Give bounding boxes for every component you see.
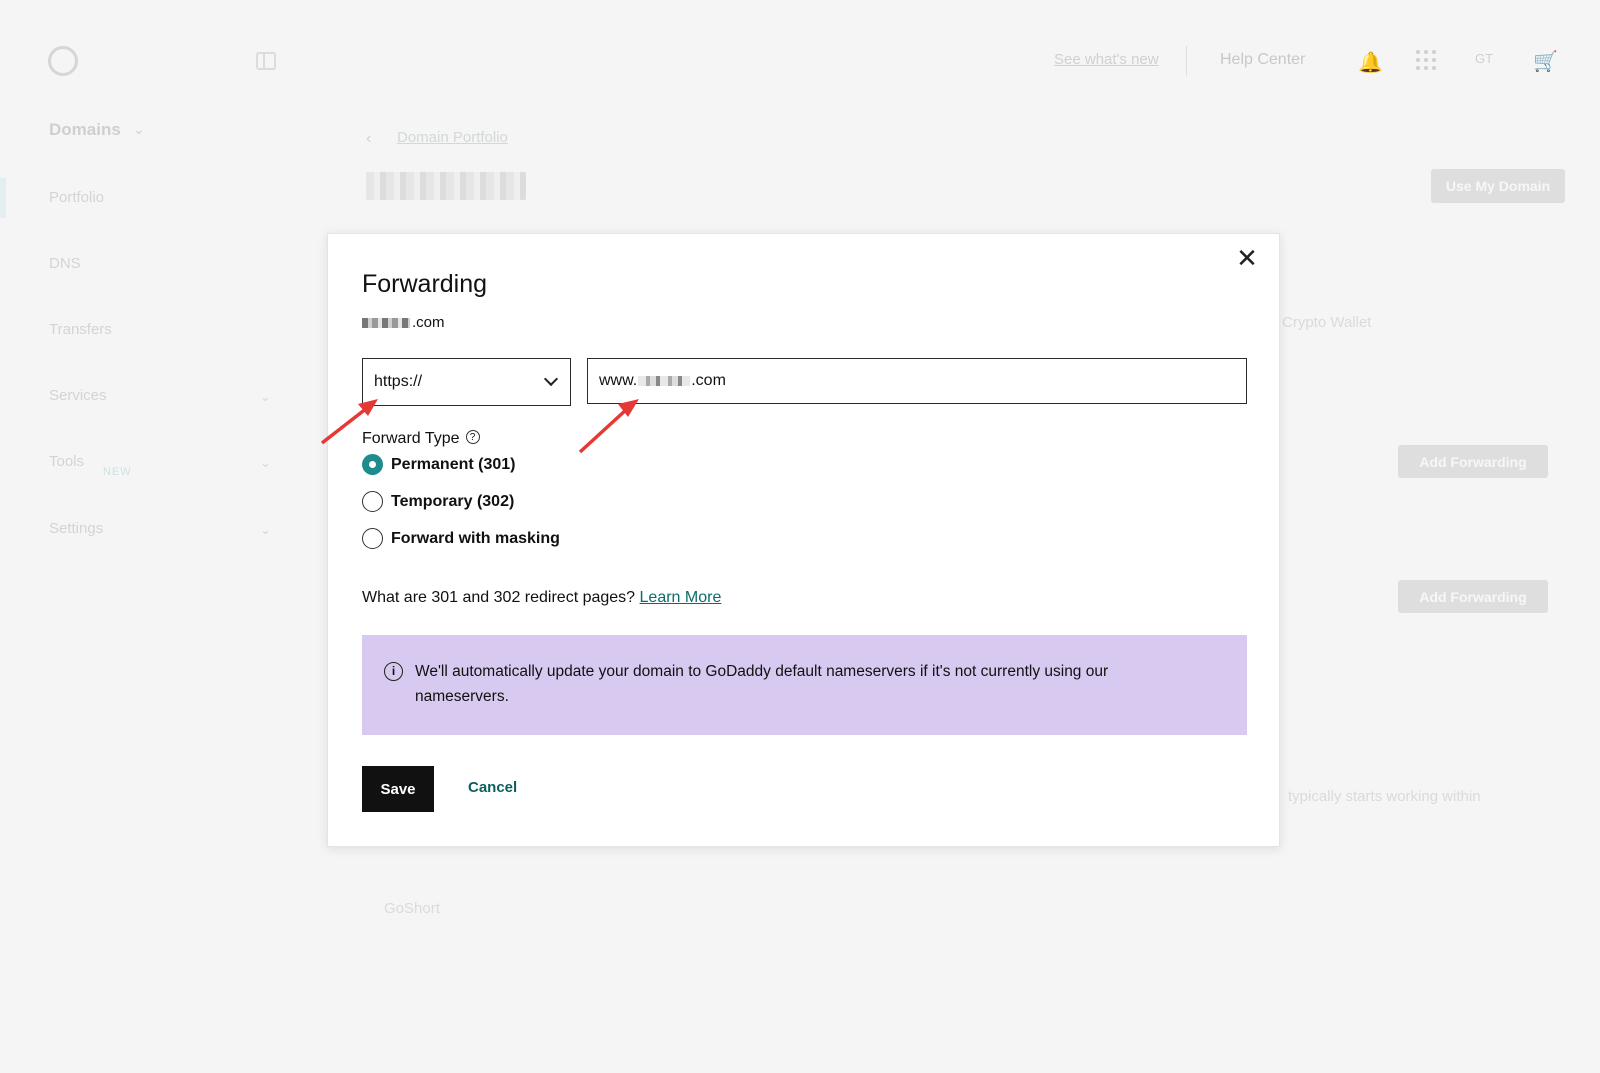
sidebar-item-portfolio[interactable]: Portfolio [49, 189, 104, 206]
radio-checked-icon[interactable] [362, 454, 383, 475]
chevron-down-icon[interactable]: ⌄ [260, 389, 271, 405]
sidebar-collapse-icon[interactable] [256, 52, 276, 70]
domain-suffix: .com [412, 314, 445, 331]
chevron-down-icon[interactable]: ⌄ [260, 455, 271, 471]
help-center-link[interactable]: Help Center [1220, 51, 1305, 69]
redacted-domain [362, 317, 410, 328]
chevron-down-icon[interactable]: ⌄ [260, 522, 271, 538]
radio-temporary-302[interactable]: Temporary (302) [362, 491, 514, 512]
cart-icon[interactable]: 🛒 [1533, 49, 1558, 74]
info-icon: i [384, 662, 403, 681]
sidebar-active-indicator [0, 178, 6, 218]
apps-grid-icon[interactable] [1416, 50, 1436, 70]
goshort-label: GoShort [384, 900, 440, 917]
chevron-down-icon [543, 371, 559, 387]
notifications-bell-icon[interactable]: 🔔 [1358, 50, 1383, 74]
radio-label: Temporary (302) [391, 492, 515, 510]
page-title [366, 172, 526, 200]
new-badge: NEW [103, 466, 132, 478]
close-icon[interactable]: ✕ [1235, 245, 1259, 271]
radio-label: Permanent (301) [391, 455, 516, 473]
dialog-title: Forwarding [362, 270, 488, 298]
radio-permanent-301[interactable]: Permanent (301) [362, 454, 516, 475]
radio-unchecked-icon[interactable] [362, 528, 383, 549]
sidebar-section-title[interactable]: Domains [49, 120, 121, 140]
sidebar-item-settings[interactable]: Settings [49, 520, 103, 537]
url-prefix: www. [599, 372, 638, 389]
crypto-wallet-label: Crypto Wallet [1282, 314, 1372, 331]
protocol-value: https:// [374, 373, 423, 390]
learn-more-link[interactable]: Learn More [640, 589, 722, 606]
nameserver-info-banner: i We'll automatically update your domain… [362, 635, 1247, 735]
url-suffix: .com [691, 372, 726, 389]
forwarding-dialog: ✕ Forwarding .com https:// www. .com For… [327, 233, 1280, 847]
chevron-left-icon[interactable]: ‹ [366, 130, 371, 148]
sidebar-item-tools[interactable]: Tools [49, 453, 84, 470]
sidebar-item-transfers[interactable]: Transfers [49, 321, 112, 338]
sidebar-item-services[interactable]: Services [49, 387, 107, 404]
user-avatar[interactable]: GT [1475, 51, 1493, 66]
forward-type-text: Forward Type [362, 430, 460, 447]
use-my-domain-button[interactable]: Use My Domain [1431, 169, 1565, 203]
breadcrumb[interactable]: Domain Portfolio [397, 129, 508, 146]
add-forwarding-button[interactable]: Add Forwarding [1398, 580, 1548, 613]
redirect-help-text: What are 301 and 302 redirect pages? Lea… [362, 589, 721, 607]
protocol-select[interactable]: https:// [362, 358, 571, 406]
header-divider [1186, 46, 1187, 76]
forward-url-input[interactable]: www. .com [587, 358, 1247, 404]
godaddy-logo-icon[interactable] [48, 46, 78, 76]
save-button[interactable]: Save [362, 766, 434, 812]
chevron-down-icon[interactable]: ⌄ [133, 121, 145, 138]
status-text: typically starts working within [1288, 788, 1481, 805]
cancel-button[interactable]: Cancel [468, 779, 517, 796]
help-icon[interactable]: ? [465, 430, 480, 444]
redacted-url [638, 376, 691, 386]
sidebar-item-dns[interactable]: DNS [49, 255, 81, 272]
radio-forward-masking[interactable]: Forward with masking [362, 528, 560, 549]
redirect-question: What are 301 and 302 redirect pages? [362, 589, 636, 606]
forward-type-label: Forward Type ? [362, 430, 480, 448]
radio-unchecked-icon[interactable] [362, 491, 383, 512]
see-whats-new-link[interactable]: See what's new [1054, 51, 1159, 68]
add-forwarding-button[interactable]: Add Forwarding [1398, 445, 1548, 478]
radio-label: Forward with masking [391, 529, 560, 547]
domain-name: .com [362, 314, 445, 331]
banner-text: We'll automatically update your domain t… [415, 663, 1109, 705]
